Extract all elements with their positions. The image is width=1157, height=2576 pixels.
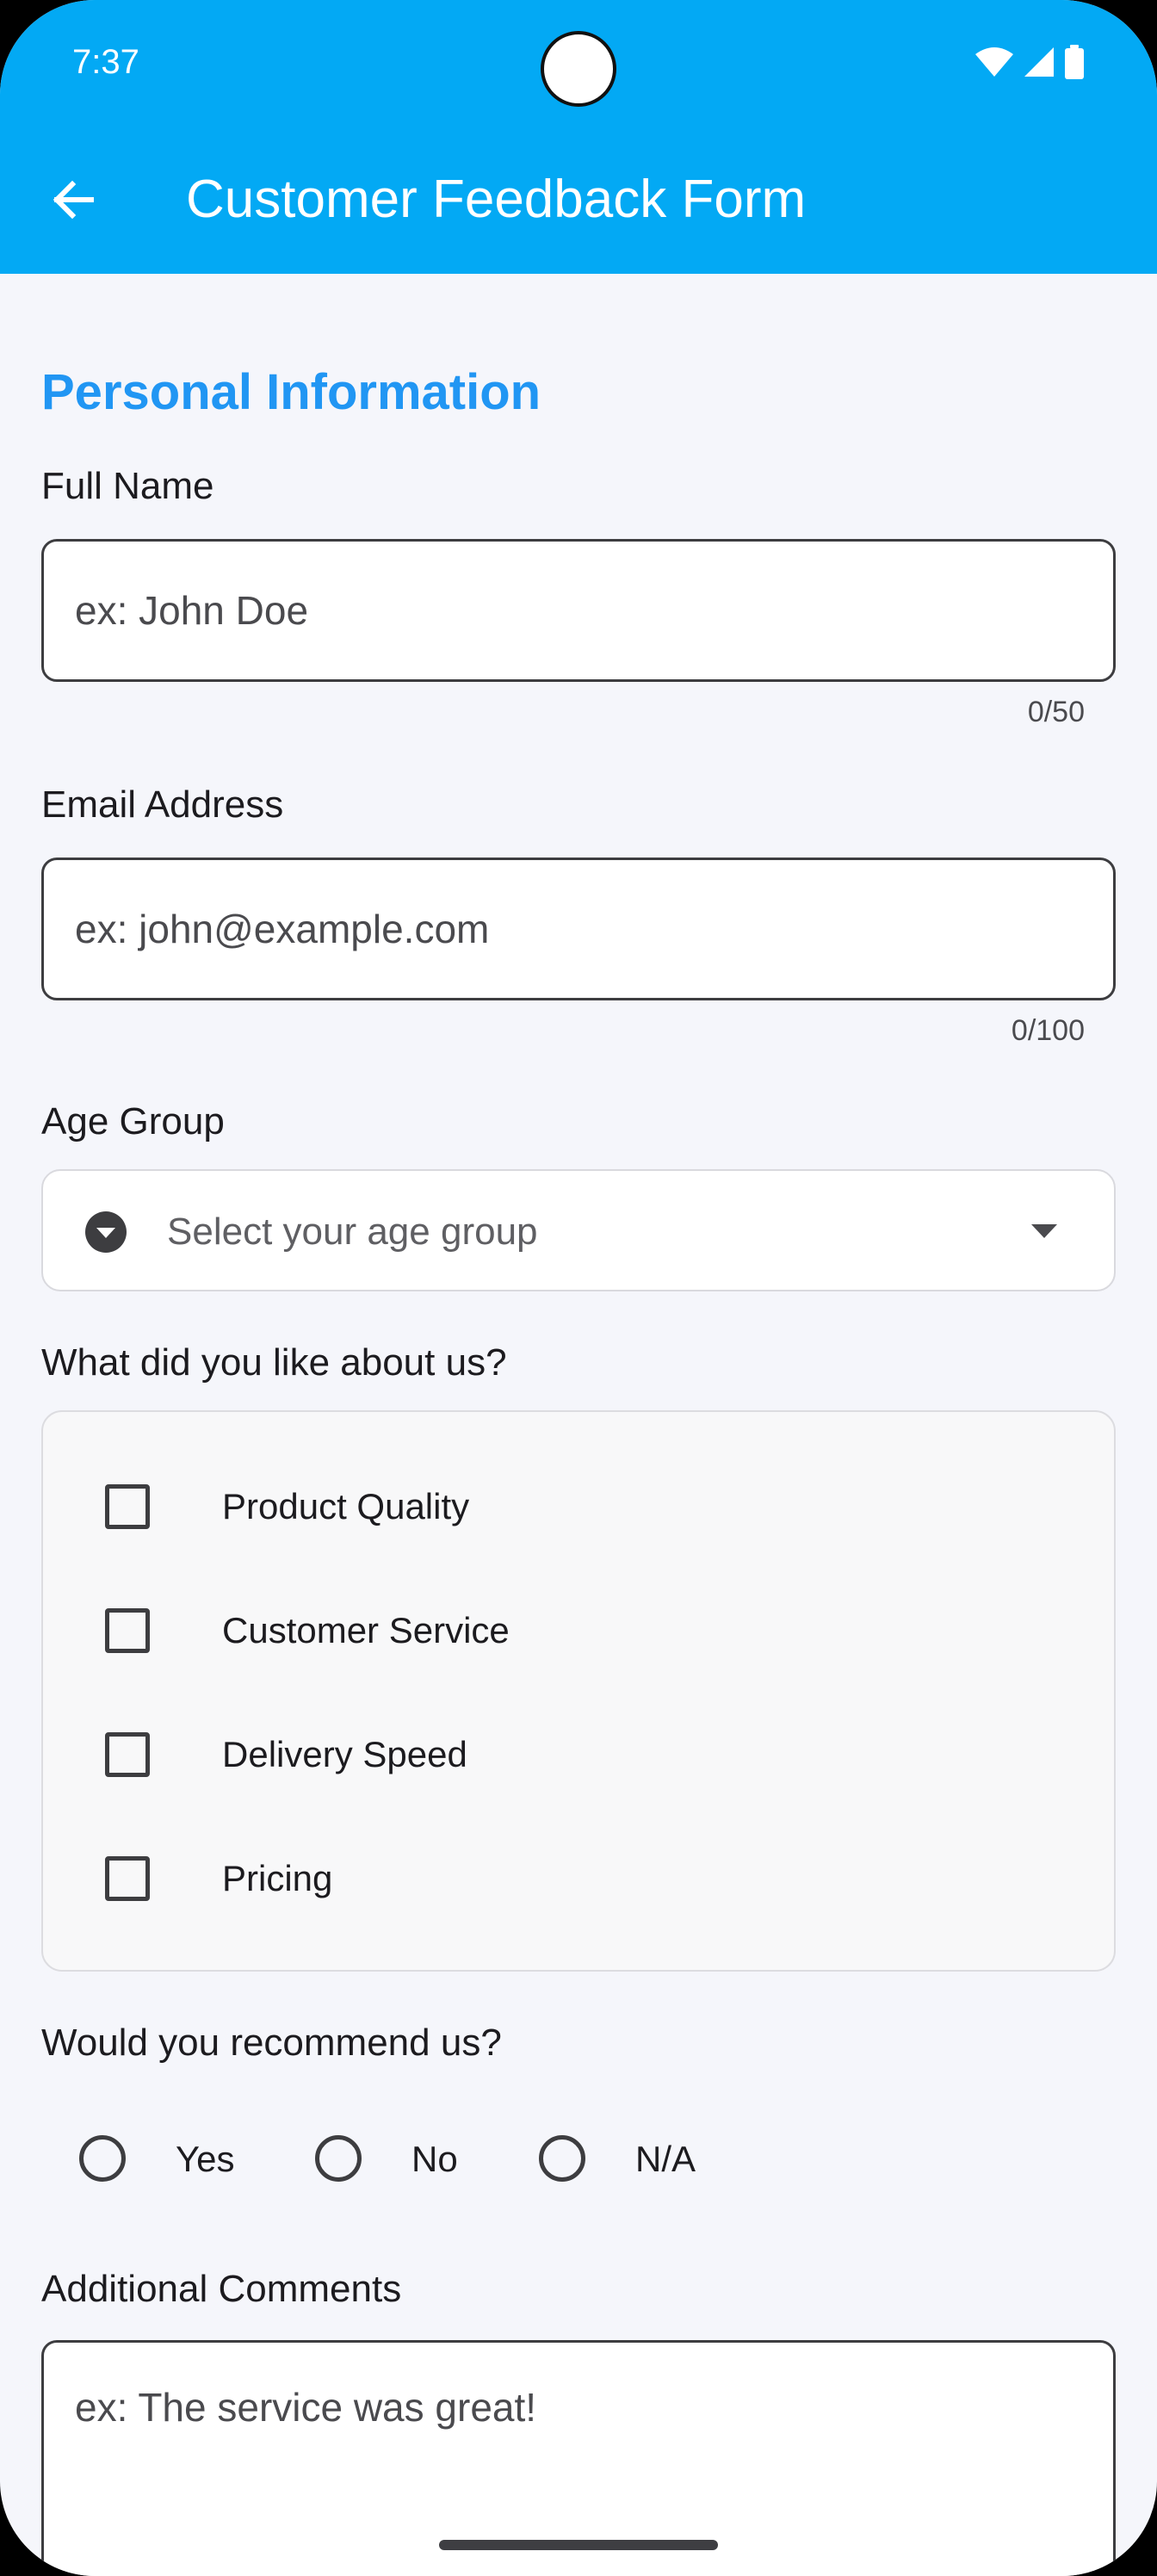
- app-bar: 7:37 Customer Feedback Form: [0, 0, 1157, 274]
- full-name-counter: 0/50: [1027, 696, 1085, 728]
- radio-label-no[interactable]: No: [411, 2139, 458, 2180]
- checkbox-row-product-quality[interactable]: Product Quality: [43, 1457, 1114, 1560]
- full-name-input[interactable]: [44, 542, 1113, 679]
- radio-label-na[interactable]: N/A: [635, 2139, 696, 2180]
- recommend-radio-group: Yes No N/A: [0, 2127, 1157, 2195]
- email-label: Email Address: [41, 783, 284, 826]
- battery-icon: [1065, 45, 1084, 79]
- home-indicator[interactable]: [439, 2540, 718, 2550]
- checkbox-row-delivery-speed[interactable]: Delivery Speed: [43, 1705, 1114, 1808]
- circle-chevron-down-icon: [85, 1211, 127, 1253]
- likes-label: What did you like about us?: [41, 1341, 507, 1384]
- age-group-label: Age Group: [41, 1100, 225, 1142]
- checkbox-product-quality[interactable]: [105, 1484, 150, 1529]
- full-name-label: Full Name: [41, 465, 214, 507]
- full-name-field[interactable]: [41, 539, 1116, 682]
- age-group-dropdown[interactable]: Select your age group: [41, 1169, 1116, 1291]
- checkbox-label: Pricing: [222, 1858, 333, 1898]
- arrow-left-icon: [53, 180, 94, 220]
- device-screen: 7:37 Customer Feedback Form Personal Inf…: [0, 0, 1157, 2576]
- checkbox-label: Customer Service: [222, 1610, 510, 1650]
- likes-checkbox-group: Product Quality Customer Service Deliver…: [41, 1410, 1116, 1972]
- front-camera: [541, 31, 616, 107]
- email-counter: 0/100: [1011, 1014, 1085, 1047]
- caret-down-icon: [1031, 1224, 1057, 1238]
- email-field[interactable]: [41, 858, 1116, 1000]
- radio-yes[interactable]: [79, 2135, 126, 2182]
- checkbox-delivery-speed[interactable]: [105, 1732, 150, 1777]
- back-button[interactable]: [41, 169, 103, 231]
- checkbox-pricing[interactable]: [105, 1856, 150, 1901]
- recommend-label: Would you recommend us?: [41, 2022, 502, 2064]
- checkbox-label: Product Quality: [222, 1486, 470, 1526]
- checkbox-row-pricing[interactable]: Pricing: [43, 1829, 1114, 1932]
- radio-na[interactable]: [539, 2135, 585, 2182]
- status-time: 7:37: [72, 43, 139, 81]
- section-title: Personal Information: [41, 364, 541, 420]
- age-group-placeholder: Select your age group: [167, 1211, 538, 1253]
- email-input[interactable]: [44, 860, 1113, 998]
- checkbox-row-customer-service[interactable]: Customer Service: [43, 1581, 1114, 1684]
- status-icons: [974, 45, 1085, 79]
- comments-label: Additional Comments: [41, 2268, 402, 2310]
- checkbox-label: Delivery Speed: [222, 1734, 467, 1774]
- radio-no[interactable]: [315, 2135, 362, 2182]
- page-title: Customer Feedback Form: [186, 170, 807, 229]
- cellular-signal-icon: [1024, 47, 1054, 77]
- radio-label-yes[interactable]: Yes: [176, 2139, 235, 2180]
- wifi-icon: [975, 47, 1013, 77]
- checkbox-customer-service[interactable]: [105, 1608, 150, 1653]
